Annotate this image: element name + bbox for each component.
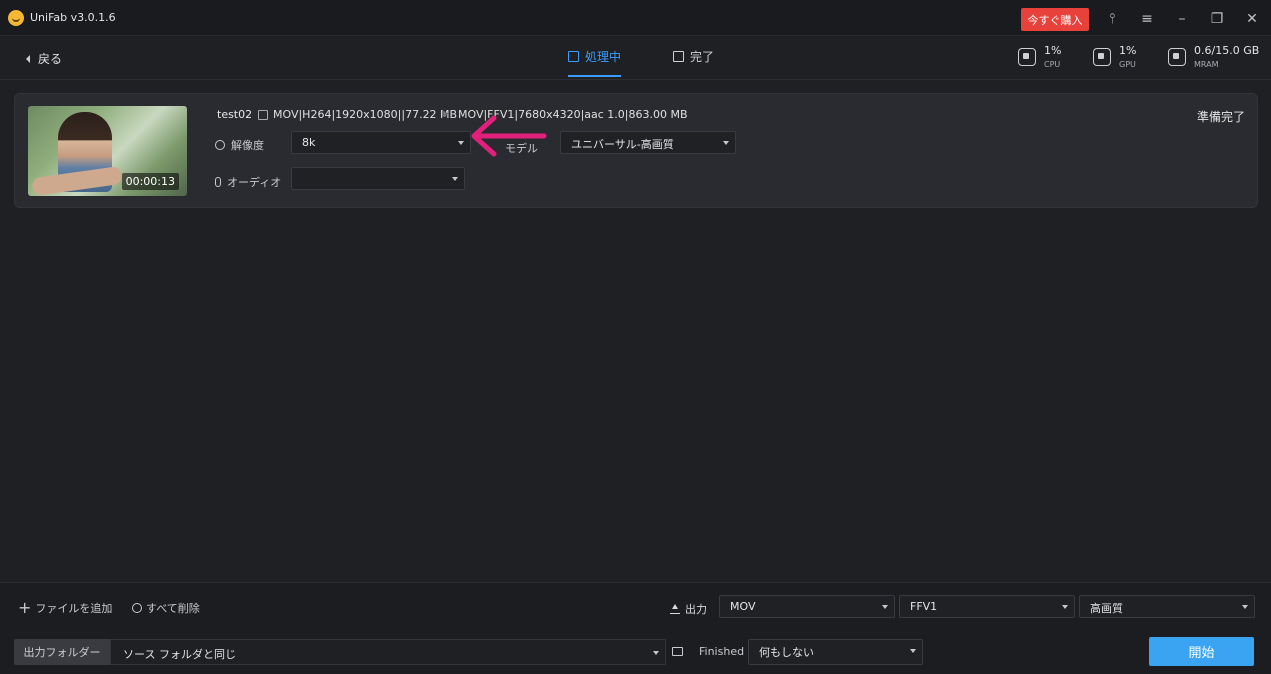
plus-icon: + [18, 598, 32, 617]
resolution-label: 解像度 [231, 139, 264, 152]
output-codec-value: FFV1 [910, 600, 938, 613]
folder-icon[interactable] [672, 647, 683, 656]
chevron-down-icon [910, 649, 916, 653]
audio-label: オーディオ [227, 176, 282, 189]
buy-now-button[interactable]: 今すぐ購入 [1021, 8, 1089, 31]
tab-completed[interactable]: 完了 [673, 48, 714, 75]
audio-select[interactable] [291, 167, 465, 190]
checkbox-icon [673, 51, 684, 62]
source-info: MOV|H264|1920x1080||77.22 MB [273, 108, 458, 121]
resolution-select[interactable]: 8k [291, 131, 471, 154]
gpu-value: 1% [1119, 44, 1137, 57]
chevron-down-icon [452, 177, 458, 181]
finished-label: Finished [699, 645, 745, 658]
delete-all-button[interactable]: すべて削除 [132, 600, 200, 616]
chevron-down-icon [1242, 605, 1248, 609]
resolution-icon [215, 140, 225, 150]
edit-icon[interactable] [258, 110, 268, 120]
tab-completed-label: 完了 [690, 50, 715, 64]
output-quality-select[interactable]: 高画質 [1079, 595, 1255, 618]
finished-action-value: 何もしない [759, 646, 814, 659]
chevron-down-icon [723, 141, 729, 145]
finished-action-select[interactable]: 何もしない [748, 639, 923, 665]
delete-all-label: すべて削除 [146, 602, 200, 615]
output-label-group: 出力 [670, 601, 707, 617]
chevron-left-icon [26, 54, 30, 63]
add-file-label: ファイルを追加 [35, 602, 113, 615]
chevron-down-icon [1062, 605, 1068, 609]
gpu-stat: 1% GPU [1093, 44, 1136, 69]
cpu-stat: 1% CPU [1018, 44, 1061, 69]
output-format-select[interactable]: MOV [719, 595, 895, 618]
restore-icon[interactable]: ❐ [1206, 8, 1228, 30]
chevron-down-icon [882, 605, 888, 609]
output-folder-value: ソース フォルダと同じ [123, 648, 236, 661]
output-label: 出力 [685, 603, 707, 616]
menu-icon[interactable]: ≡ [1136, 8, 1158, 30]
add-file-button[interactable]: + ファイルを追加 [18, 600, 112, 616]
nav-bar: 戻る 処理中 完了 1% CPU 1% GPU 0.6/15.0 GB MRAM [0, 36, 1271, 80]
cpu-label: CPU [1044, 60, 1061, 69]
microphone-icon [215, 177, 221, 187]
output-codec-select[interactable]: FFV1 [899, 595, 1075, 618]
shirt-icon[interactable]: ⫯ [1101, 8, 1123, 30]
convert-arrow-icon: ▶ [442, 109, 449, 119]
cpu-icon [1018, 48, 1036, 66]
cpu-value: 1% [1044, 44, 1062, 57]
upload-icon [670, 604, 680, 614]
model-value: ユニバーサル-高画質 [571, 138, 674, 151]
minimize-icon[interactable]: – [1171, 8, 1193, 30]
task-card: 00:00:13 test02 MOV|H264|1920x1080||77.2… [14, 93, 1258, 208]
status-text: 準備完了 [1196, 110, 1245, 124]
tab-processing[interactable]: 処理中 [568, 48, 622, 77]
mram-stat: 0.6/15.0 GB MRAM [1168, 44, 1259, 69]
mram-value: 0.6/15.0 GB [1194, 44, 1260, 57]
chevron-down-icon [458, 141, 464, 145]
back-label: 戻る [38, 52, 63, 66]
video-thumbnail[interactable]: 00:00:13 [28, 106, 187, 196]
duration-badge: 00:00:13 [121, 173, 179, 190]
model-label: モデル [505, 142, 538, 155]
resolution-value: 8k [302, 136, 316, 149]
gpu-icon [1093, 48, 1111, 66]
title-bar: UniFab v3.0.1.6 今すぐ購入 ⫯ ≡ – ❐ ✕ [0, 0, 1271, 36]
back-button[interactable]: 戻る [26, 50, 62, 67]
app-logo-icon [8, 10, 24, 26]
gpu-label: GPU [1119, 60, 1136, 69]
output-folder-select[interactable]: ソース フォルダと同じ [110, 639, 666, 665]
output-quality-value: 高画質 [1090, 602, 1123, 615]
output-format-value: MOV [730, 600, 756, 613]
list-icon [568, 51, 579, 62]
tab-processing-label: 処理中 [585, 50, 622, 64]
chevron-down-icon [653, 651, 659, 655]
model-select[interactable]: ユニバーサル-高画質 [560, 131, 736, 154]
audio-row-label: オーディオ [215, 174, 281, 190]
close-icon[interactable]: ✕ [1241, 8, 1263, 30]
memory-icon [1168, 48, 1186, 66]
output-info: MOV|FFV1|7680x4320|aac 1.0|863.00 MB [458, 108, 688, 121]
start-button[interactable]: 開始 [1149, 637, 1254, 666]
mram-label: MRAM [1194, 60, 1219, 69]
file-name: test02 [217, 108, 253, 121]
bottom-bar: + ファイルを追加 すべて削除 出力 MOV FFV1 高画質 出力フォルダー … [0, 582, 1271, 674]
trash-icon [132, 603, 142, 613]
app-title: UniFab v3.0.1.6 [30, 11, 116, 24]
output-folder-label: 出力フォルダー [14, 639, 110, 665]
resolution-row-label: 解像度 [215, 137, 264, 153]
